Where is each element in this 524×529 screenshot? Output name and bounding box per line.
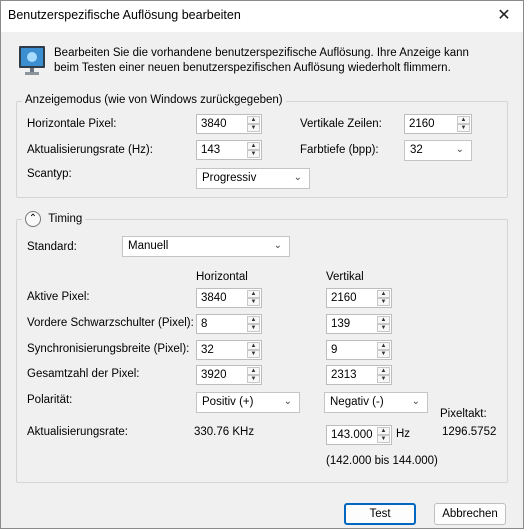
- polarity-v-value: Negativ (-): [330, 396, 384, 408]
- total-pixels-h-spinner[interactable]: 3920 ▲ ▼: [196, 365, 262, 385]
- refresh-range: (142.000 bis 144.000): [326, 455, 438, 467]
- cancel-button[interactable]: Abbrechen: [434, 503, 506, 525]
- front-porch-v-value: 139: [331, 318, 351, 330]
- sync-width-v-spinner[interactable]: 9 ▲ ▼: [326, 340, 392, 360]
- chevron-down-icon: ⌄: [411, 396, 420, 407]
- refresh-unit: Hz: [396, 428, 411, 440]
- pixel-clock-label: Pixeltakt:: [440, 408, 487, 420]
- vertical-refresh-value: 143.000: [331, 429, 373, 441]
- chevron-down-icon: ⌄: [283, 396, 292, 407]
- color-depth-select[interactable]: 32 ⌄: [404, 140, 472, 161]
- spin-up-icon[interactable]: ▲: [377, 427, 390, 435]
- sync-width-h-spinner[interactable]: 32 ▲ ▼: [196, 340, 262, 360]
- vertical-lines-value: 2160: [409, 118, 435, 130]
- front-porch-v-spinner[interactable]: 139 ▲ ▼: [326, 314, 392, 334]
- pixel-clock-value: 1296.5752: [442, 426, 497, 438]
- spin-down-icon[interactable]: ▼: [457, 124, 470, 132]
- spin-down-icon[interactable]: ▼: [377, 324, 390, 332]
- spin-up-icon[interactable]: ▲: [247, 290, 260, 298]
- horizontal-pixels-spinner[interactable]: 3840 ▲ ▼: [196, 114, 262, 134]
- horizontal-pixels-label: Horizontale Pixel:: [27, 118, 117, 130]
- timing-row-label: Vordere Schwarzschulter (Pixel):: [27, 317, 194, 329]
- spin-down-icon[interactable]: ▼: [247, 124, 260, 132]
- polarity-h-select[interactable]: Positiv (+) ⌄: [196, 392, 300, 413]
- spin-down-icon[interactable]: ▼: [247, 150, 260, 158]
- spin-up-icon[interactable]: ▲: [457, 116, 470, 124]
- refresh-rate-spinner[interactable]: 143 ▲ ▼: [196, 140, 262, 160]
- scan-type-select[interactable]: Progressiv ⌄: [196, 168, 310, 189]
- polarity-v-select[interactable]: Negativ (-) ⌄: [324, 392, 428, 413]
- polarity-h-value: Positiv (+): [202, 396, 254, 408]
- spin-up-icon[interactable]: ▲: [377, 290, 390, 298]
- window-title: Benutzerspezifische Auflösung bearbeiten: [8, 8, 241, 22]
- spin-up-icon[interactable]: ▲: [377, 342, 390, 350]
- refresh-rate-timing-label: Aktualisierungsrate:: [27, 426, 128, 438]
- monitor-icon: [19, 46, 45, 75]
- front-porch-h-value: 8: [201, 318, 208, 330]
- vertical-lines-spinner[interactable]: 2160 ▲ ▼: [404, 114, 472, 134]
- color-depth-value: 32: [410, 144, 423, 156]
- sync-width-v-value: 9: [331, 344, 338, 356]
- spin-up-icon[interactable]: ▲: [377, 367, 390, 375]
- spin-down-icon[interactable]: ▼: [377, 375, 390, 383]
- spin-up-icon[interactable]: ▲: [377, 316, 390, 324]
- active-pixels-v-value: 2160: [331, 292, 357, 304]
- test-button[interactable]: Test: [344, 503, 416, 525]
- column-header-horizontal: Horizontal: [196, 271, 248, 283]
- standard-value: Manuell: [128, 240, 169, 252]
- chevron-down-icon: ⌄: [455, 144, 464, 155]
- spin-down-icon[interactable]: ▼: [247, 298, 260, 306]
- active-pixels-v-spinner[interactable]: 2160 ▲ ▼: [326, 288, 392, 308]
- color-depth-label: Farbtiefe (bpp):: [300, 144, 379, 156]
- display-mode-group-title: Anzeigemodus (wie von Windows zurückgege…: [22, 94, 286, 106]
- spin-up-icon[interactable]: ▲: [247, 316, 260, 324]
- vertical-refresh-spinner[interactable]: 143.000 ▲ ▼: [326, 425, 392, 445]
- standard-label: Standard:: [27, 241, 77, 253]
- chevron-down-icon: ⌄: [293, 172, 302, 183]
- scan-type-value: Progressiv: [202, 172, 257, 184]
- refresh-rate-label: Aktualisierungsrate (Hz):: [27, 144, 153, 156]
- spin-down-icon[interactable]: ▼: [247, 350, 260, 358]
- spin-up-icon[interactable]: ▲: [247, 342, 260, 350]
- timing-row-label: Aktive Pixel:: [27, 291, 90, 303]
- spin-down-icon[interactable]: ▼: [377, 298, 390, 306]
- front-porch-h-spinner[interactable]: 8 ▲ ▼: [196, 314, 262, 334]
- timing-row-label: Synchronisierungsbreite (Pixel):: [27, 343, 190, 355]
- refresh-rate-value: 143: [201, 144, 221, 156]
- polarity-label: Polarität:: [27, 394, 73, 406]
- timing-group-title: Timing: [48, 213, 83, 225]
- close-icon[interactable]: ✕: [490, 5, 518, 27]
- timing-row-label: Gesamtzahl der Pixel:: [27, 368, 140, 380]
- spin-up-icon[interactable]: ▲: [247, 367, 260, 375]
- standard-select[interactable]: Manuell ⌄: [122, 236, 290, 257]
- spin-up-icon[interactable]: ▲: [247, 116, 260, 124]
- description-text: Bearbeiten Sie die vorhandene benutzersp…: [54, 47, 469, 74]
- spin-down-icon[interactable]: ▼: [377, 435, 390, 443]
- spin-down-icon[interactable]: ▼: [247, 375, 260, 383]
- chevron-down-icon: ⌄: [273, 240, 282, 251]
- spin-down-icon[interactable]: ▼: [377, 350, 390, 358]
- total-pixels-v-value: 2313: [331, 369, 357, 381]
- total-pixels-h-value: 3920: [201, 369, 227, 381]
- vertical-lines-label: Vertikale Zeilen:: [300, 118, 382, 130]
- active-pixels-h-spinner[interactable]: 3840 ▲ ▼: [196, 288, 262, 308]
- horizontal-refresh-value: 330.76 KHz: [194, 426, 255, 438]
- column-header-vertical: Vertikal: [326, 271, 364, 283]
- spin-up-icon[interactable]: ▲: [247, 142, 260, 150]
- active-pixels-h-value: 3840: [201, 292, 227, 304]
- scan-type-label: Scantyp:: [27, 168, 72, 180]
- timing-group-header[interactable]: ⌃ Timing: [22, 211, 86, 229]
- collapse-icon[interactable]: ⌃: [25, 211, 41, 227]
- horizontal-pixels-value: 3840: [201, 118, 227, 130]
- sync-width-h-value: 32: [201, 344, 214, 356]
- total-pixels-v-spinner[interactable]: 2313 ▲ ▼: [326, 365, 392, 385]
- spin-down-icon[interactable]: ▼: [247, 324, 260, 332]
